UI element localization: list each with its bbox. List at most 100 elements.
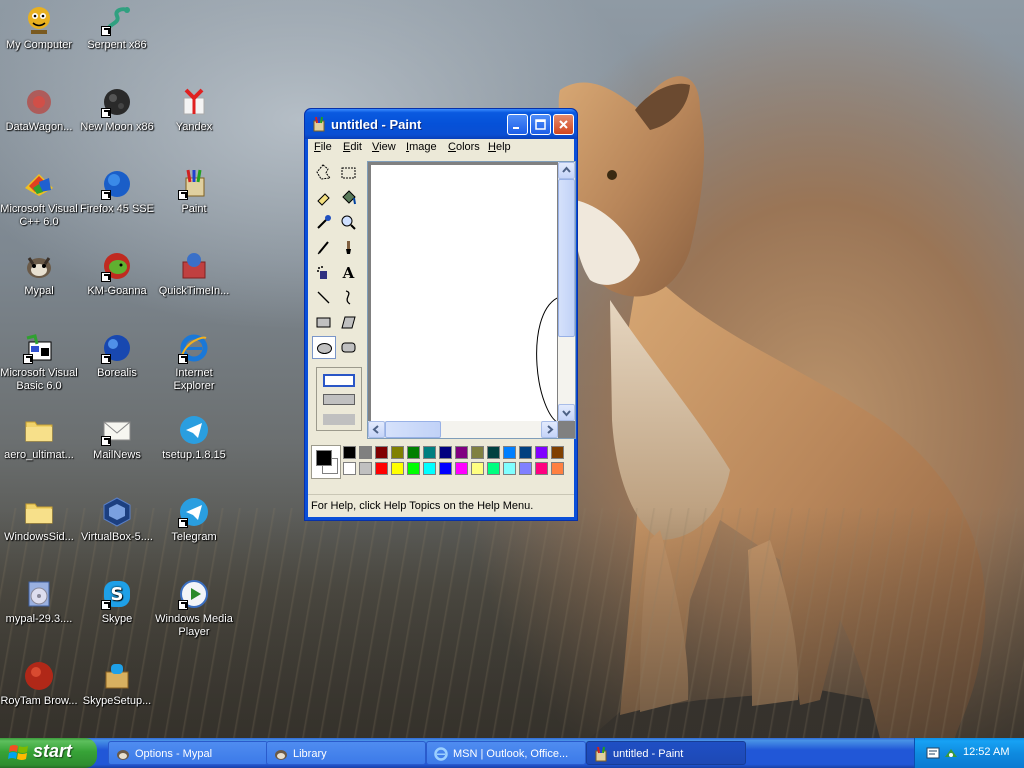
- clock[interactable]: 12:52 AM: [963, 746, 1009, 758]
- menu-colors[interactable]: Colors: [448, 141, 480, 153]
- palette-swatch[interactable]: [455, 462, 468, 475]
- fill-option-outline[interactable]: [323, 374, 355, 387]
- desktop-icon-telegram[interactable]: Telegram: [155, 496, 233, 544]
- desktop-icon-km-goanna[interactable]: KM-Goanna: [78, 250, 156, 298]
- desktop-icon-mailnews[interactable]: MailNews: [78, 414, 156, 462]
- foreground-color-swatch[interactable]: [316, 450, 332, 466]
- taskbar-item-library[interactable]: Library: [266, 741, 426, 765]
- desktop-icon-windows-media-player[interactable]: Windows Media Player: [155, 578, 233, 639]
- close-button[interactable]: [553, 114, 574, 135]
- taskbar-item-msn[interactable]: MSN | Outlook, Office...: [426, 741, 586, 765]
- desktop-icon-virtualbox[interactable]: VirtualBox-5....: [78, 496, 156, 544]
- menu-view[interactable]: View: [372, 141, 396, 153]
- paint-window[interactable]: untitled - Paint File Edit View Image Co…: [304, 108, 578, 521]
- tool-free-form-select[interactable]: [312, 161, 336, 184]
- palette-swatch[interactable]: [423, 446, 436, 459]
- start-button[interactable]: start: [0, 738, 97, 768]
- palette-swatch[interactable]: [375, 446, 388, 459]
- vertical-scroll-thumb[interactable]: [558, 179, 575, 337]
- tool-magnifier[interactable]: [337, 211, 361, 234]
- desktop-icon-datawagon[interactable]: DataWagon...: [0, 86, 78, 134]
- desktop-icon-yandex[interactable]: Yandex: [155, 86, 233, 134]
- palette-swatch[interactable]: [535, 446, 548, 459]
- palette-swatch[interactable]: [487, 462, 500, 475]
- fill-option-outline-fill[interactable]: [323, 394, 355, 405]
- desktop-icon-skype-setup[interactable]: SkypeSetup...: [78, 660, 156, 708]
- desktop-icon-quicktime[interactable]: QuickTimeIn...: [155, 250, 233, 298]
- desktop-icon-visual-basic[interactable]: Microsoft Visual Basic 6.0: [0, 332, 78, 393]
- current-colors[interactable]: [311, 445, 341, 479]
- tool-line[interactable]: [312, 286, 336, 309]
- tool-eraser[interactable]: [312, 186, 336, 209]
- scroll-left-button[interactable]: [368, 421, 385, 438]
- tool-text[interactable]: A: [337, 261, 361, 284]
- scroll-up-button[interactable]: [558, 162, 575, 179]
- horizontal-scroll-thumb[interactable]: [385, 421, 441, 438]
- palette-swatch[interactable]: [375, 462, 388, 475]
- horizontal-scrollbar[interactable]: [368, 421, 558, 438]
- tool-pencil[interactable]: [312, 236, 336, 259]
- palette-swatch[interactable]: [503, 446, 516, 459]
- palette-swatch[interactable]: [519, 462, 532, 475]
- palette-swatch[interactable]: [471, 446, 484, 459]
- palette-swatch[interactable]: [551, 462, 564, 475]
- notification-icon[interactable]: [925, 745, 941, 761]
- tool-select[interactable]: [337, 161, 361, 184]
- desktop-icon-roytam-browser[interactable]: RoyTam Brow...: [0, 660, 78, 708]
- palette-swatch[interactable]: [551, 446, 564, 459]
- palette-swatch[interactable]: [423, 462, 436, 475]
- scroll-down-button[interactable]: [558, 404, 575, 421]
- maximize-button[interactable]: [530, 114, 551, 135]
- title-bar[interactable]: untitled - Paint: [305, 109, 577, 139]
- tool-airbrush[interactable]: [312, 261, 336, 284]
- minimize-button[interactable]: [507, 114, 528, 135]
- palette-swatch[interactable]: [391, 462, 404, 475]
- desktop-icon-paint[interactable]: Paint: [155, 168, 233, 216]
- menu-help[interactable]: Help: [488, 141, 511, 153]
- desktop-icon-windowssid[interactable]: WindowsSid...: [0, 496, 78, 544]
- palette-swatch[interactable]: [391, 446, 404, 459]
- tool-fill-with-color[interactable]: [337, 186, 361, 209]
- tool-rounded-rectangle[interactable]: [337, 336, 361, 359]
- vertical-scrollbar[interactable]: [558, 162, 575, 421]
- palette-swatch[interactable]: [519, 446, 532, 459]
- drawing-canvas[interactable]: [371, 165, 558, 423]
- scroll-right-button[interactable]: [541, 421, 558, 438]
- desktop-icon-my-computer[interactable]: My Computer: [0, 4, 78, 52]
- tool-ellipse[interactable]: [312, 336, 336, 359]
- taskbar-item-untitled-paint[interactable]: untitled - Paint: [586, 741, 746, 765]
- palette-swatch[interactable]: [343, 462, 356, 475]
- desktop-icon-firefox[interactable]: Firefox 45 SSE: [78, 168, 156, 216]
- desktop-icon-internet-explorer[interactable]: Internet Explorer: [155, 332, 233, 393]
- palette-swatch[interactable]: [471, 462, 484, 475]
- palette-swatch[interactable]: [535, 462, 548, 475]
- palette-swatch[interactable]: [455, 446, 468, 459]
- tool-rectangle[interactable]: [312, 311, 336, 334]
- palette-swatch[interactable]: [439, 462, 452, 475]
- tool-brush[interactable]: [337, 236, 361, 259]
- menu-edit[interactable]: Edit: [343, 141, 362, 153]
- palette-swatch[interactable]: [359, 446, 372, 459]
- desktop-icon-skype[interactable]: S Skype: [78, 578, 156, 626]
- desktop-icon-mypal[interactable]: Mypal: [0, 250, 78, 298]
- desktop-icon-visual-cpp[interactable]: Microsoft Visual C++ 6.0: [0, 168, 78, 229]
- tool-pick-color[interactable]: [312, 211, 336, 234]
- menu-file[interactable]: File: [314, 141, 332, 153]
- desktop-icon-aero-ultimate[interactable]: aero_ultimat...: [0, 414, 78, 462]
- desktop-icon-borealis[interactable]: Borealis: [78, 332, 156, 380]
- palette-swatch[interactable]: [407, 446, 420, 459]
- desktop-icon-serpent[interactable]: Serpent x86: [78, 4, 156, 52]
- fill-option-fill[interactable]: [323, 414, 355, 425]
- taskbar-item-options-mypal[interactable]: Options - Mypal: [108, 741, 268, 765]
- desktop-icon-new-moon[interactable]: New Moon x86: [78, 86, 156, 134]
- desktop-icon-mypal-installer[interactable]: mypal-29.3....: [0, 578, 78, 626]
- palette-swatch[interactable]: [487, 446, 500, 459]
- palette-swatch[interactable]: [407, 462, 420, 475]
- network-icon[interactable]: [943, 745, 959, 761]
- palette-swatch[interactable]: [359, 462, 372, 475]
- tool-curve[interactable]: [337, 286, 361, 309]
- palette-swatch[interactable]: [439, 446, 452, 459]
- palette-swatch[interactable]: [503, 462, 516, 475]
- palette-swatch[interactable]: [343, 446, 356, 459]
- tool-polygon[interactable]: [337, 311, 361, 334]
